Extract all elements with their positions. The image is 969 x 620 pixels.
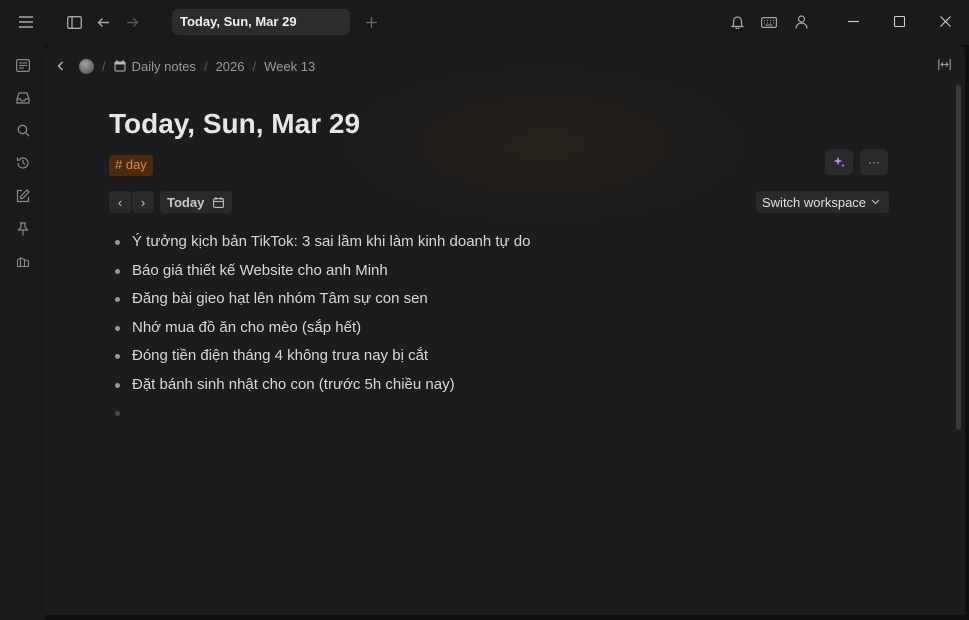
edit-icon[interactable] [13, 186, 33, 206]
list-item[interactable]: Ý tưởng kịch bản TikTok: 3 sai lầm khi l… [115, 230, 530, 259]
new-tab-plus-icon[interactable] [360, 11, 382, 33]
list-item[interactable]: Nhớ mua đồ ăn cho mèo (sắp hết) [115, 316, 530, 345]
journals-icon[interactable] [13, 55, 33, 75]
switch-workspace-dropdown[interactable]: Switch workspace [756, 191, 889, 213]
chevron-down-icon [871, 199, 880, 205]
pin-icon[interactable] [13, 219, 33, 239]
list-item[interactable]: Đặt bánh sinh nhật cho con (trước 5h chi… [115, 373, 530, 402]
calendar-icon [114, 60, 126, 72]
background-glow [335, 65, 755, 225]
switch-workspace-label: Switch workspace [762, 194, 867, 210]
avatar[interactable] [79, 58, 94, 74]
tab-today[interactable]: Today, Sun, Mar 29 [172, 9, 350, 35]
user-icon[interactable] [790, 11, 812, 33]
left-sidebar [0, 45, 45, 620]
task-list: Ý tưởng kịch bản TikTok: 3 sai lầm khi l… [115, 230, 530, 430]
maximize-icon[interactable] [888, 10, 910, 32]
list-item[interactable]: Đóng tiền điện tháng 4 không trưa nay bị… [115, 344, 530, 373]
today-label: Today [167, 194, 205, 210]
empty-list-item[interactable] [115, 401, 530, 430]
calendar-icon [213, 196, 225, 208]
dashboard-icon[interactable] [13, 251, 33, 271]
scrollbar[interactable] [956, 85, 961, 430]
title-bar: Today, Sun, Mar 29 [0, 0, 969, 45]
inbox-icon[interactable] [13, 88, 33, 108]
prev-day-button[interactable]: ‹ [109, 191, 131, 213]
breadcrumb-week[interactable]: Week 13 [264, 59, 315, 74]
breadcrumb-year[interactable]: 2026 [216, 59, 245, 74]
bell-icon[interactable] [726, 11, 748, 33]
back-arrow-icon[interactable] [92, 11, 114, 33]
ai-sparkle-button[interactable] [825, 149, 853, 175]
keyboard-icon[interactable] [758, 11, 780, 33]
history-icon[interactable] [13, 153, 33, 173]
minimize-icon[interactable] [842, 10, 864, 32]
next-day-button[interactable]: › [132, 191, 154, 213]
forward-arrow-icon[interactable] [121, 11, 143, 33]
day-tag[interactable]: # day [109, 155, 153, 176]
collapse-chevron-icon[interactable] [57, 61, 67, 71]
menu-icon[interactable] [15, 11, 37, 33]
list-item[interactable]: Báo giá thiết kế Website cho anh Minh [115, 259, 530, 288]
list-item[interactable]: Đăng bài gieo hạt lên nhóm Tâm sự con se… [115, 287, 530, 316]
breadcrumb: / Daily notes / 2026 / Week 13 [57, 56, 315, 76]
sparkle-icon [832, 155, 846, 169]
sidebar-toggle-icon[interactable] [63, 11, 85, 33]
search-icon[interactable] [13, 120, 33, 140]
breadcrumb-daily-notes[interactable]: Daily notes [132, 59, 196, 74]
page-title: Today, Sun, Mar 29 [109, 108, 361, 139]
close-icon[interactable] [934, 10, 956, 32]
today-button[interactable]: Today [160, 191, 232, 213]
expand-width-icon[interactable] [938, 59, 951, 70]
main-panel: / Daily notes / 2026 / Week 13 Today, Su… [45, 45, 965, 615]
more-button[interactable]: ··· [860, 149, 888, 175]
